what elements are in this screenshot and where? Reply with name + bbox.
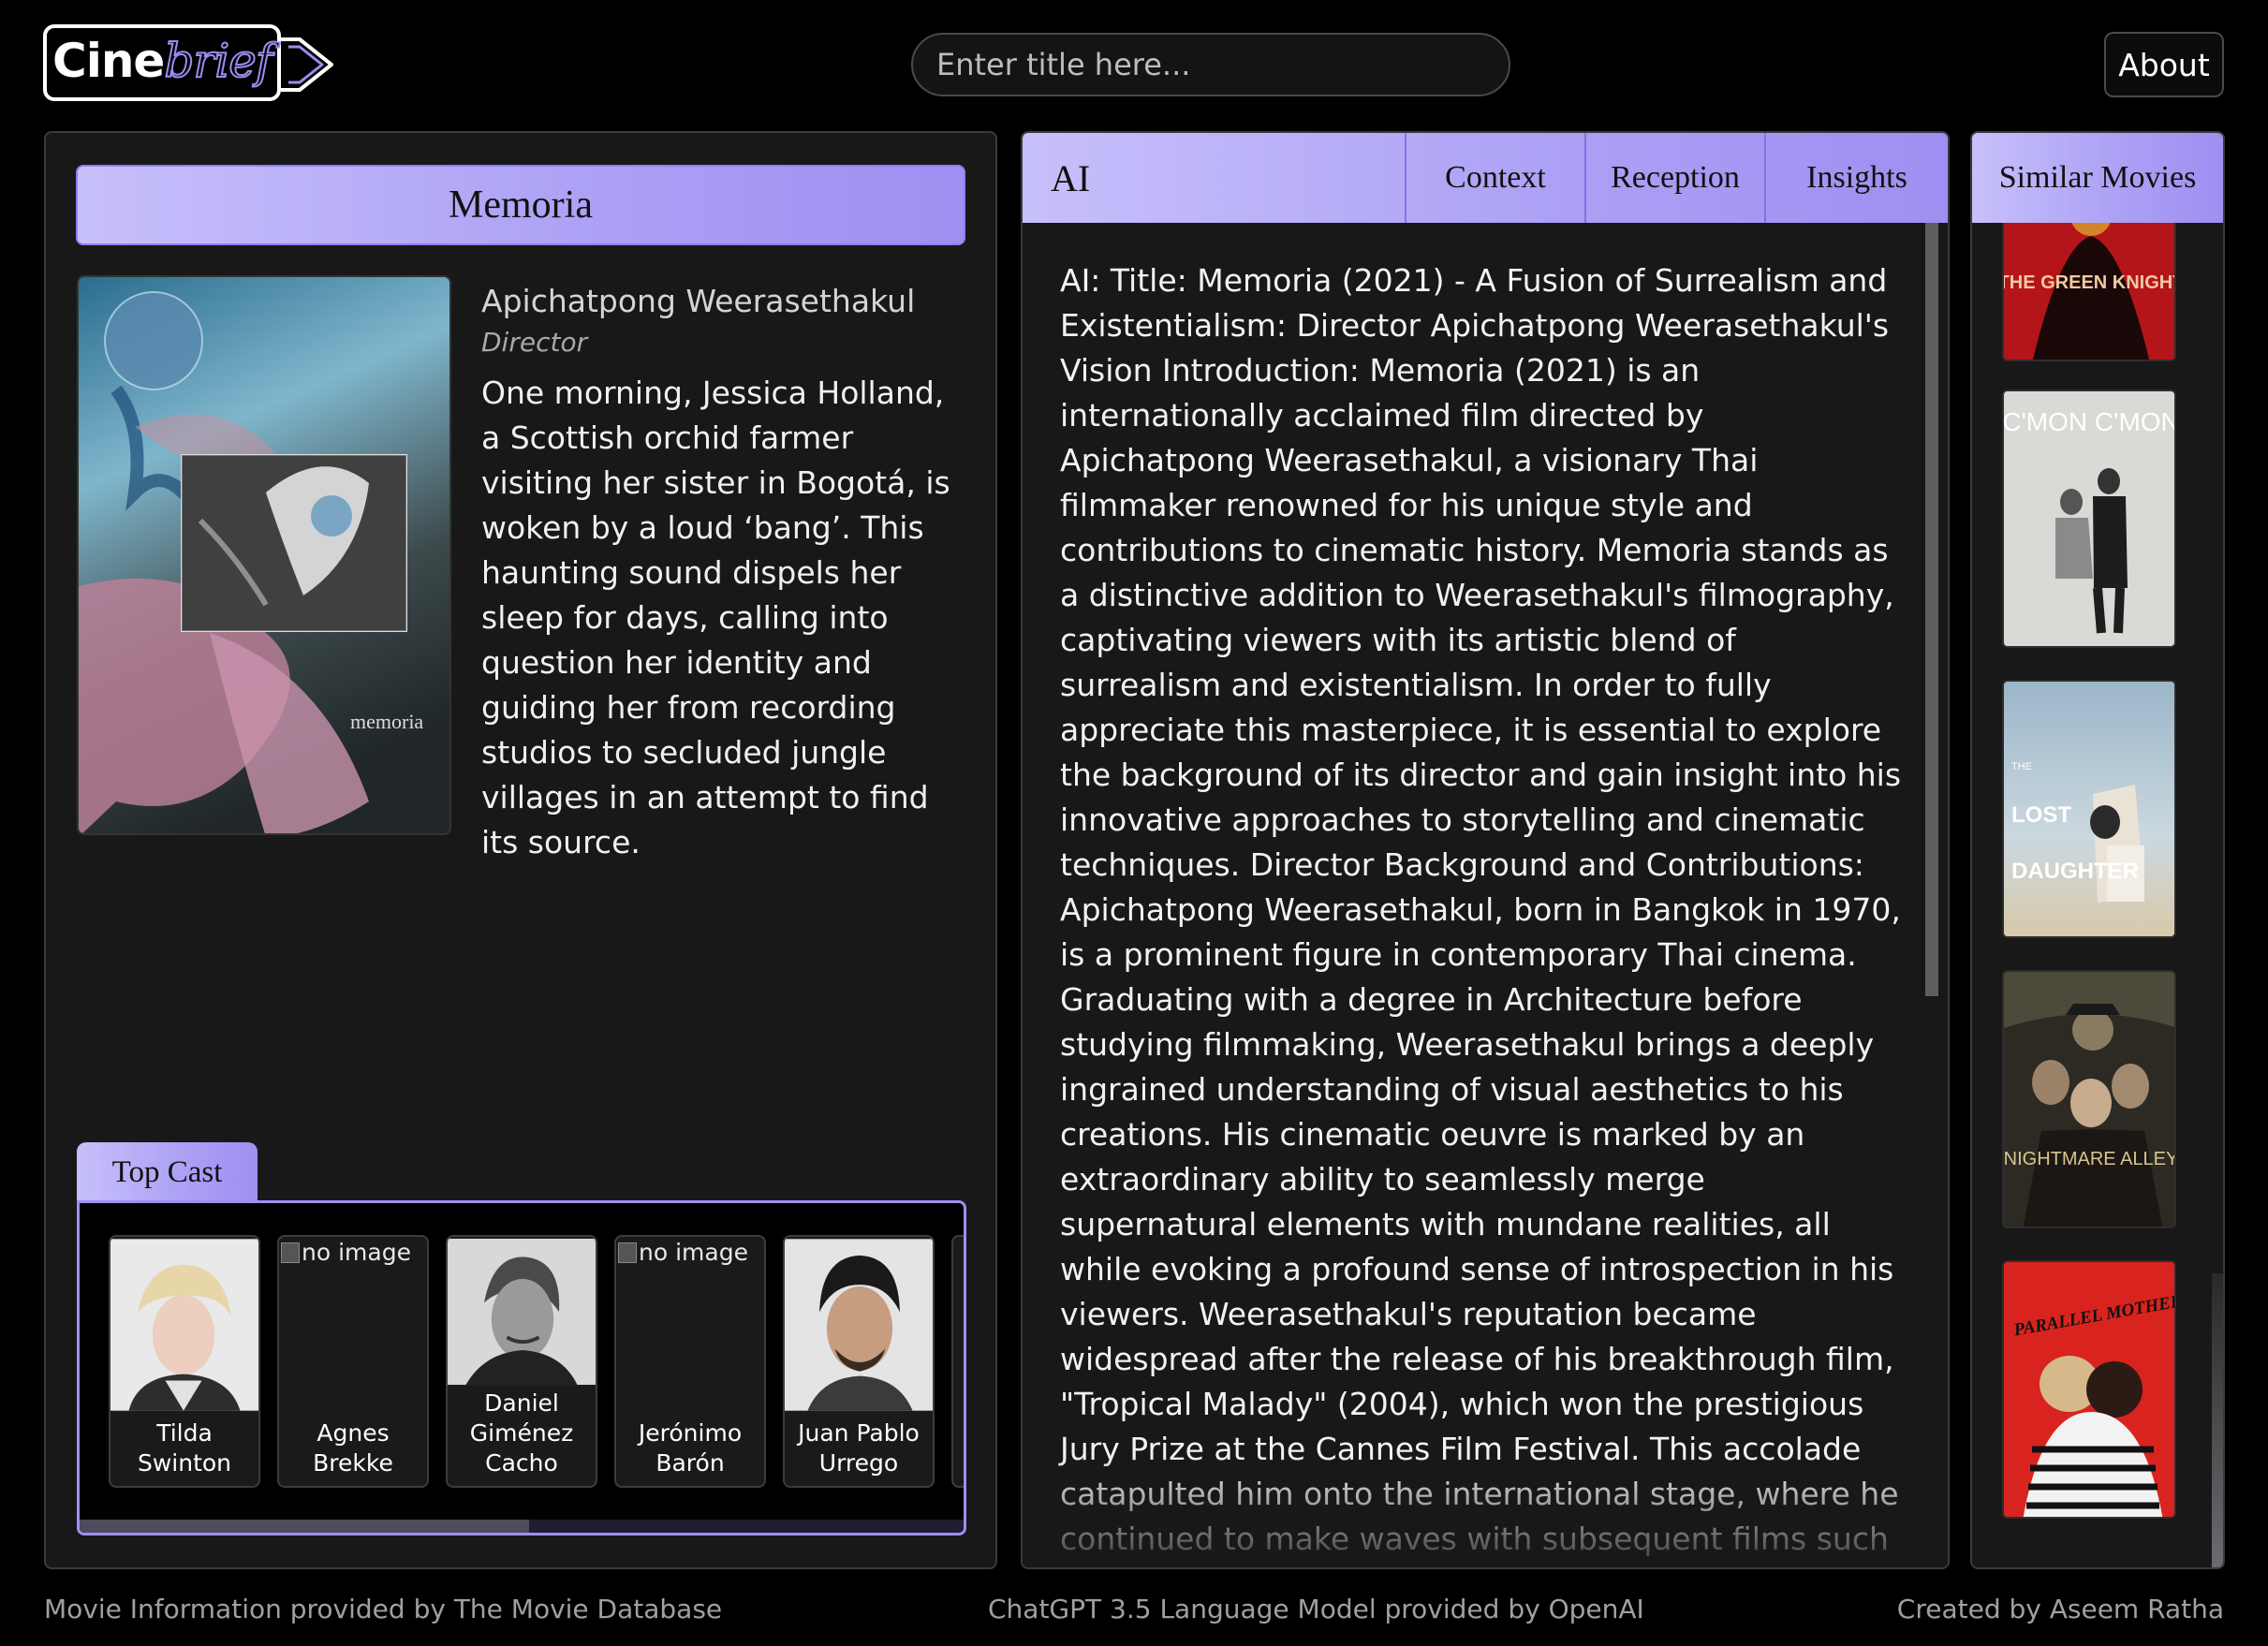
cast-name: Juan Pablo Urrego — [798, 1419, 920, 1477]
tab-reception[interactable]: Reception — [1586, 133, 1766, 223]
footer-author-credit: Created by Aseem Ratha — [1896, 1594, 2224, 1624]
ai-scrollbar[interactable] — [1925, 223, 1938, 996]
cast-photo — [110, 1239, 258, 1411]
broken-image-icon: no image — [281, 1239, 411, 1266]
tab-context[interactable]: Context — [1406, 133, 1586, 223]
movie-details-panel: Memoria memoria Apichatpong Weerasethaku… — [44, 131, 997, 1569]
top-cast-carousel[interactable]: Tilda Swinton no image Agnes Brekke Dani… — [77, 1200, 966, 1536]
director-role: Director — [481, 327, 588, 358]
cast-card-agnes-brekke[interactable]: no image Agnes Brekke — [277, 1235, 429, 1488]
cast-name: Tilda Swinton — [137, 1419, 232, 1477]
ai-summary-text: AI: Title: Memoria (2021) - A Fusion of … — [1060, 262, 1902, 1567]
cast-scrollbar-thumb[interactable] — [80, 1520, 529, 1533]
cast-name: Daniel Giménez Cacho — [469, 1389, 574, 1477]
similar-scrollbar[interactable] — [2212, 1273, 2223, 1567]
about-button[interactable]: About — [2104, 32, 2224, 97]
movie-poster: memoria — [77, 275, 451, 835]
svg-text:THE GREEN KNIGHT: THE GREEN KNIGHT — [2004, 272, 2176, 293]
svg-text:LOST: LOST — [2011, 802, 2071, 828]
cast-photo — [448, 1238, 596, 1386]
svg-text:DAUGHTER: DAUGHTER — [2011, 859, 2139, 884]
ai-panel: AI Context Reception Insights AI: Title:… — [1021, 131, 1950, 1569]
cast-scrollbar[interactable] — [80, 1520, 964, 1533]
search-input[interactable] — [911, 33, 1510, 96]
tab-insights[interactable]: Insights — [1766, 133, 1948, 223]
cast-card-tilda-swinton[interactable]: Tilda Swinton — [109, 1235, 260, 1488]
similar-movie-poster[interactable]: PARALLEL MOTHERS — [2002, 1260, 2176, 1519]
similar-movie-poster[interactable]: C'MON C'MON — [2002, 389, 2176, 648]
cast-card-partial[interactable] — [951, 1235, 964, 1488]
movie-title: Memoria — [76, 165, 965, 245]
svg-text:C'MON C'MON: C'MON C'MON — [2004, 407, 2176, 436]
svg-text:memoria: memoria — [350, 710, 423, 733]
cast-card-juan-pablo-urrego[interactable]: Juan Pablo Urrego — [783, 1235, 935, 1488]
cinebrief-logo[interactable]: Cinebrief — [43, 24, 333, 103]
movie-overview: One morning, Jessica Holland, a Scottish… — [481, 375, 950, 860]
text-fade-overlay — [1023, 1455, 1948, 1567]
tab-top-cast[interactable]: Top Cast — [77, 1142, 258, 1202]
broken-image-icon: no image — [618, 1239, 748, 1266]
footer-openai-credit: ChatGPT 3.5 Language Model provided by O… — [988, 1594, 1644, 1624]
svg-text:NIGHTMARE ALLEY: NIGHTMARE ALLEY — [2004, 1149, 2176, 1169]
similar-movies-heading: Similar Movies — [1972, 133, 2223, 223]
logo-arrow-icon — [281, 37, 333, 92]
similar-movie-poster[interactable]: THE LOST DAUGHTER — [2002, 680, 2176, 938]
tab-ai[interactable]: AI — [1023, 133, 1406, 223]
logo-text: Cinebrief — [52, 33, 273, 89]
footer-tmdb-credit: Movie Information provided by The Movie … — [44, 1594, 723, 1624]
svg-text:THE: THE — [2011, 761, 2032, 772]
ai-tabs: AI Context Reception Insights — [1023, 133, 1948, 223]
similar-movies-panel: Similar Movies THE GREEN KNIGHT C'MON C'… — [1970, 131, 2225, 1569]
cast-card-jeronimo-baron[interactable]: no image Jerónimo Barón — [614, 1235, 766, 1488]
cast-name: Jerónimo Barón — [638, 1419, 743, 1477]
cast-card-daniel-gimenez-cacho[interactable]: Daniel Giménez Cacho — [446, 1235, 597, 1488]
director-name[interactable]: Apichatpong Weerasethakul — [481, 283, 915, 319]
cast-photo — [785, 1239, 933, 1411]
cast-name: Agnes Brekke — [313, 1419, 393, 1477]
similar-movie-poster[interactable]: NIGHTMARE ALLEY — [2002, 970, 2176, 1228]
